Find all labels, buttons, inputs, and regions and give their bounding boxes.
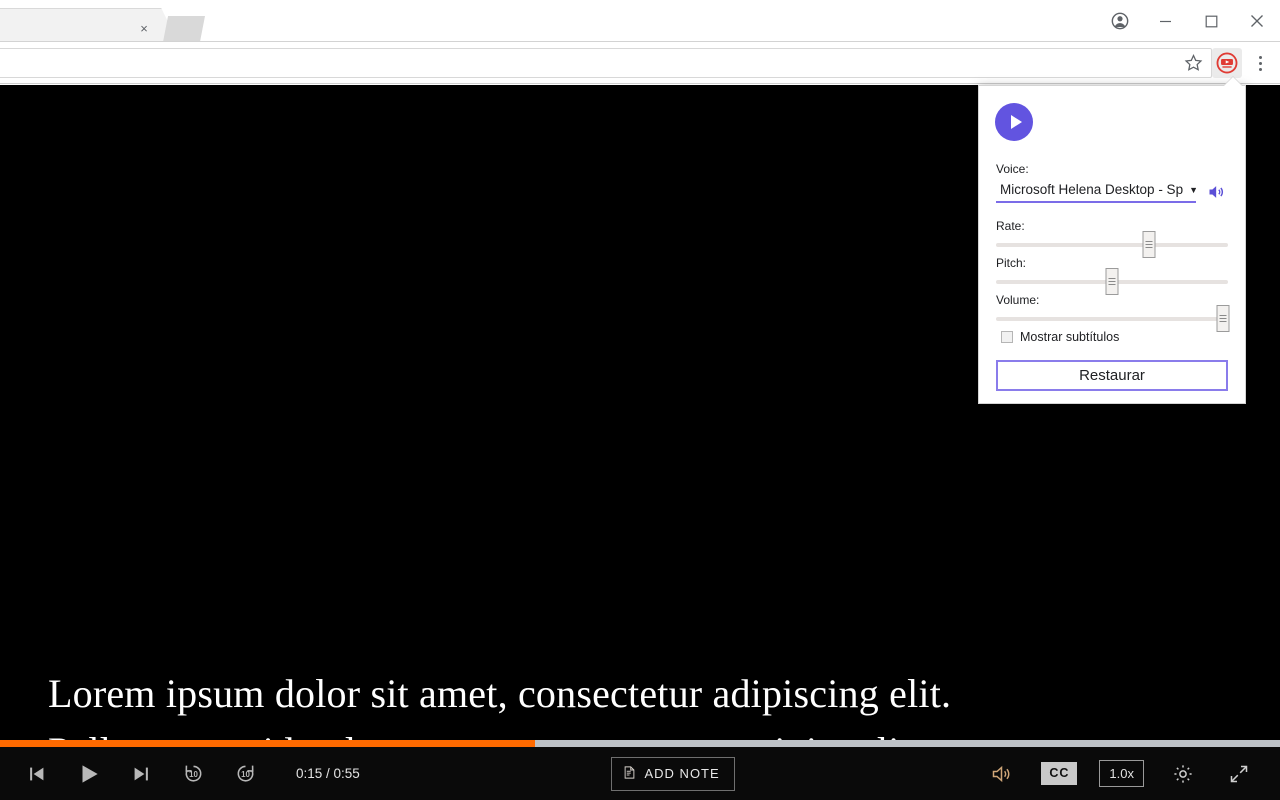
play-triangle-icon bbox=[1010, 115, 1022, 129]
video-controls-bar: 10 10 0:15 / 0:55 ADD NOTE CC 1.0x bbox=[0, 747, 1280, 800]
rate-slider-block: Rate: bbox=[996, 219, 1228, 258]
voice-select-value: Microsoft Helena Desktop - Sp bbox=[1000, 182, 1184, 197]
browser-menu-button[interactable] bbox=[1248, 50, 1272, 76]
profile-icon[interactable] bbox=[1098, 5, 1142, 37]
minimize-button[interactable] bbox=[1142, 5, 1188, 37]
video-controls-right: CC 1.0x bbox=[985, 757, 1280, 791]
browser-window: × Lorem ipsum dolor sit amet, consectetu… bbox=[0, 0, 1280, 800]
restore-button[interactable]: Restaurar bbox=[996, 360, 1228, 391]
rate-slider-thumb[interactable] bbox=[1142, 231, 1156, 258]
read-aloud-popup: Voice: Microsoft Helena Desktop - Sp ▼ R… bbox=[978, 77, 1246, 404]
show-subtitles-checkbox[interactable] bbox=[1001, 331, 1013, 343]
window-controls bbox=[1098, 0, 1280, 42]
video-progress-bar[interactable] bbox=[0, 740, 1280, 747]
video-progress-fill bbox=[0, 740, 536, 747]
maximize-button[interactable] bbox=[1188, 5, 1234, 37]
add-note-label: ADD NOTE bbox=[644, 766, 720, 781]
settings-gear-icon[interactable] bbox=[1166, 757, 1200, 791]
read-aloud-extension-icon[interactable] bbox=[1212, 48, 1242, 78]
next-button[interactable] bbox=[124, 757, 158, 791]
pitch-slider-block: Pitch: bbox=[996, 256, 1228, 295]
add-note-button[interactable]: ADD NOTE bbox=[610, 756, 735, 791]
rate-label: Rate: bbox=[996, 219, 1025, 233]
playback-speed-button[interactable]: 1.0x bbox=[1099, 760, 1144, 787]
svg-text:10: 10 bbox=[189, 770, 198, 779]
voice-label: Voice: bbox=[996, 162, 1029, 176]
menu-dot bbox=[1258, 61, 1262, 65]
menu-dot bbox=[1258, 55, 1262, 59]
voice-select[interactable]: Microsoft Helena Desktop - Sp ▼ bbox=[996, 180, 1196, 203]
volume-slider-thumb[interactable] bbox=[1216, 305, 1230, 332]
fullscreen-button[interactable] bbox=[1222, 757, 1256, 791]
voice-preview-speaker-icon[interactable] bbox=[1206, 182, 1228, 202]
subtitle-line-1: Lorem ipsum dolor sit amet, consectetur … bbox=[48, 671, 952, 716]
pitch-slider[interactable] bbox=[996, 268, 1228, 295]
voice-row: Microsoft Helena Desktop - Sp ▼ bbox=[996, 180, 1228, 203]
pitch-slider-thumb[interactable] bbox=[1105, 268, 1119, 295]
menu-dot bbox=[1258, 67, 1262, 71]
chevron-down-icon: ▼ bbox=[1189, 185, 1196, 195]
previous-button[interactable] bbox=[20, 757, 54, 791]
captions-button[interactable]: CC bbox=[1041, 762, 1078, 785]
volume-button[interactable] bbox=[985, 757, 1019, 791]
note-icon bbox=[622, 765, 637, 783]
rate-slider[interactable] bbox=[996, 231, 1228, 258]
tab-strip: × bbox=[0, 0, 1280, 42]
volume-slider-block: Volume: bbox=[996, 293, 1230, 332]
bookmark-star-icon[interactable] bbox=[1184, 53, 1204, 73]
popup-arrow bbox=[1224, 77, 1242, 86]
new-tab-button[interactable] bbox=[163, 16, 205, 42]
address-bar-input[interactable] bbox=[0, 49, 1211, 77]
volume-label: Volume: bbox=[996, 293, 1040, 307]
time-display: 0:15 / 0:55 bbox=[296, 766, 360, 781]
volume-slider[interactable] bbox=[996, 305, 1230, 332]
video-controls-left: 10 10 0:15 / 0:55 bbox=[0, 757, 360, 791]
popup-play-button[interactable] bbox=[996, 104, 1032, 140]
address-bar[interactable] bbox=[0, 48, 1212, 78]
show-subtitles-label[interactable]: Mostrar subtítulos bbox=[1020, 330, 1119, 344]
video-controls-center: ADD NOTE bbox=[360, 756, 986, 791]
show-subtitles-row: Mostrar subtítulos bbox=[1001, 330, 1228, 344]
play-button[interactable] bbox=[72, 757, 106, 791]
svg-text:10: 10 bbox=[241, 770, 250, 779]
browser-toolbar bbox=[0, 42, 1280, 84]
forward-10-button[interactable]: 10 bbox=[228, 757, 262, 791]
close-button[interactable] bbox=[1234, 5, 1280, 37]
tab-close-icon[interactable]: × bbox=[136, 21, 152, 37]
rewind-10-button[interactable]: 10 bbox=[176, 757, 210, 791]
